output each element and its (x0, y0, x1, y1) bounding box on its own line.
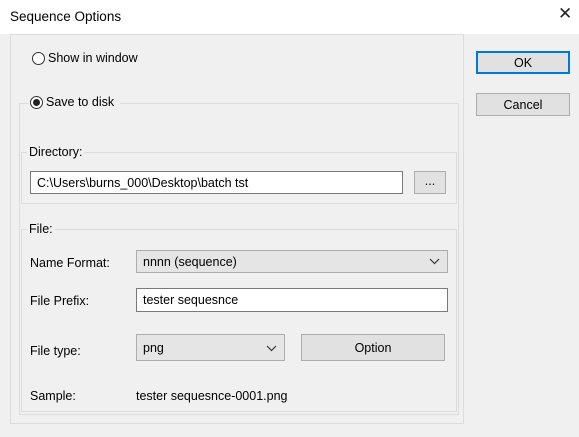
file-prefix-input[interactable]: tester sequesnce (136, 288, 448, 312)
close-icon[interactable]: ✕ (558, 5, 572, 22)
file-type-select[interactable]: png (136, 334, 285, 361)
show-in-window-label: Show in window (48, 51, 138, 65)
name-format-value: nnnn (sequence) (143, 254, 237, 269)
show-in-window-option[interactable]: Show in window (32, 51, 138, 65)
ok-button[interactable]: OK (476, 51, 570, 74)
save-to-disk-option[interactable]: Save to disk (28, 95, 121, 109)
show-in-window-radio[interactable] (32, 51, 45, 65)
file-type-label: File type: (30, 344, 81, 358)
save-to-disk-radio[interactable] (30, 95, 43, 109)
file-prefix-label: File Prefix: (30, 294, 90, 308)
name-format-label: Name Format: (30, 256, 110, 270)
file-legend: File: (27, 222, 55, 236)
window-title: Sequence Options (10, 9, 122, 24)
option-button[interactable]: Option (301, 334, 445, 361)
sample-label: Sample: (30, 389, 76, 403)
file-type-value: png (143, 340, 164, 355)
directory-path-input[interactable]: C:\Users\burns_000\Desktop\batch tst (30, 171, 403, 194)
directory-legend: Directory: (27, 145, 85, 159)
chevron-down-icon (266, 345, 277, 352)
cancel-button[interactable]: Cancel (476, 93, 570, 116)
save-to-disk-label: Save to disk (46, 95, 115, 109)
name-format-select[interactable]: nnnn (sequence) (136, 250, 448, 273)
browse-button[interactable]: ... (414, 171, 446, 194)
sample-value: tester sequesnce-0001.png (136, 389, 288, 403)
chevron-down-icon (429, 258, 440, 265)
